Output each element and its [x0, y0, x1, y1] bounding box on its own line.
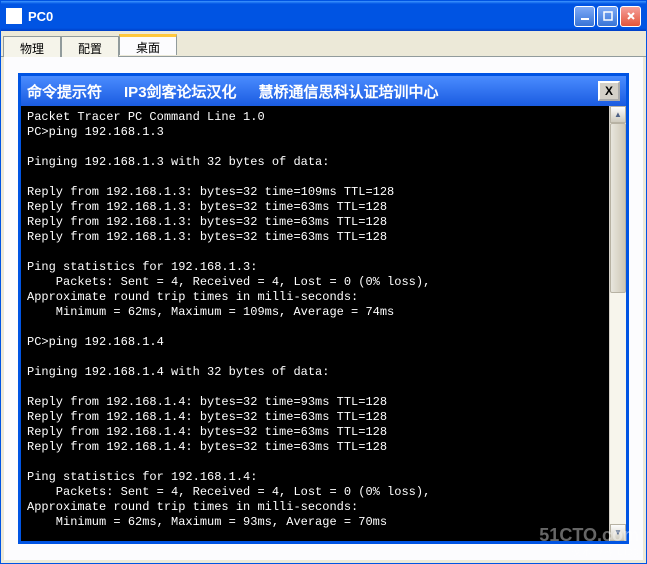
minimize-button[interactable]	[574, 6, 595, 27]
command-prompt-window: 命令提示符 IP3剑客论坛汉化 慧桥通信思科认证培训中心 X Packet Tr…	[18, 73, 629, 544]
tab-strip: 物理 配置 桌面	[1, 31, 646, 57]
close-icon	[626, 11, 636, 21]
tab-config[interactable]: 配置	[61, 36, 119, 57]
tab-label: 配置	[78, 42, 102, 56]
terminal-title-2: IP3剑客论坛汉化	[124, 81, 237, 102]
title-bar[interactable]: PC0	[1, 1, 646, 31]
app-icon	[6, 8, 22, 24]
window-controls	[574, 6, 641, 27]
maximize-icon	[603, 11, 613, 21]
terminal-close-button[interactable]: X	[598, 81, 620, 101]
minimize-icon	[580, 11, 590, 21]
tab-physical[interactable]: 物理	[3, 36, 61, 57]
terminal-title-3: 慧桥通信思科认证培训中心	[259, 81, 598, 102]
content-area: 命令提示符 IP3剑客论坛汉化 慧桥通信思科认证培训中心 X Packet Tr…	[4, 57, 643, 560]
window-title: PC0	[28, 9, 574, 24]
terminal-output[interactable]: Packet Tracer PC Command Line 1.0 PC>pin…	[21, 106, 609, 541]
close-button[interactable]	[620, 6, 641, 27]
app-window: PC0 物理 配置 桌面 命令提示符 IP3剑客论坛汉化 慧桥通信思科认证培训中…	[0, 0, 647, 564]
scrollbar: ▲ ▼	[609, 106, 626, 541]
terminal-title-1: 命令提示符	[27, 81, 102, 102]
tab-label: 桌面	[136, 41, 160, 55]
scroll-up-button[interactable]: ▲	[610, 106, 626, 123]
scroll-thumb[interactable]	[610, 123, 626, 293]
terminal-body-wrap: Packet Tracer PC Command Line 1.0 PC>pin…	[21, 106, 626, 541]
tab-label: 物理	[20, 42, 44, 56]
terminal-header[interactable]: 命令提示符 IP3剑客论坛汉化 慧桥通信思科认证培训中心 X	[21, 76, 626, 106]
scroll-track[interactable]	[610, 123, 626, 524]
scroll-down-button[interactable]: ▼	[610, 524, 626, 541]
tab-desktop[interactable]: 桌面	[119, 34, 177, 55]
maximize-button[interactable]	[597, 6, 618, 27]
